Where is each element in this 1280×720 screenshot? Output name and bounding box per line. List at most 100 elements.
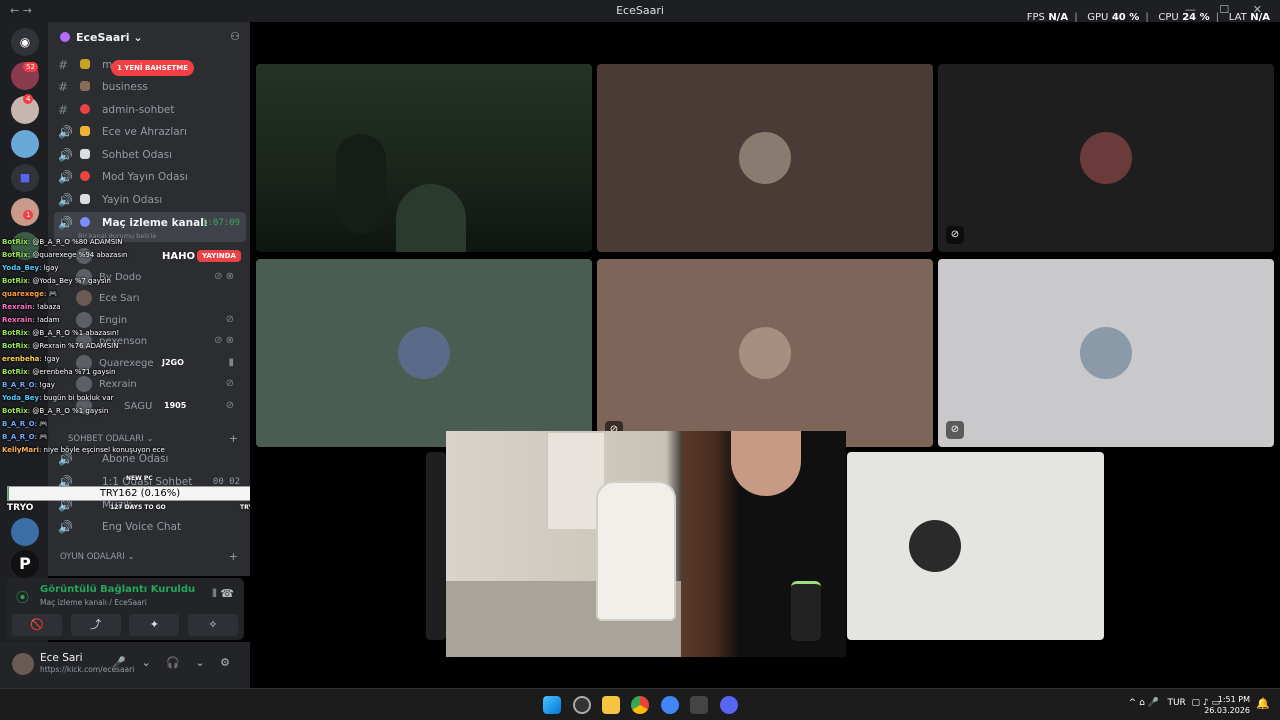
video-tile[interactable]: ⊘ (938, 259, 1274, 447)
chat-message: BotRix: @quarexege %94 abazasın (2, 251, 262, 264)
chat-username: B_A_R_O (2, 381, 35, 389)
chat-username: Rexrain (2, 316, 33, 324)
video-tile[interactable] (426, 452, 446, 640)
signal-icon: ⦿ (16, 591, 30, 606)
add-user-icon[interactable]: ⚇ (230, 30, 240, 43)
server-header[interactable]: EceSaari ⌄ ⚇ (48, 22, 250, 54)
video-grid: ⊘ ⊘ ⊘ (250, 22, 1280, 688)
avatar (739, 132, 791, 184)
chat-text: : 🎮 (34, 420, 48, 428)
language-indicator: TUR (1167, 698, 1186, 708)
soundboard-button[interactable]: ✧ (187, 614, 238, 636)
chat-message: BotRix: @Yoda_Bey %7 gaysin (2, 277, 262, 290)
channel-voice[interactable]: 🔊 Sohbet Odası (54, 144, 246, 166)
folder-icon[interactable]: ■ (11, 164, 39, 192)
channel-voice[interactable]: 🔊 Yayin Odası (54, 189, 246, 211)
connection-status[interactable]: Görüntülü Bağlantı Kuruldu (40, 584, 195, 595)
server-icon[interactable] (11, 518, 39, 546)
avatar (909, 520, 961, 572)
channel-emoji-icon (80, 171, 90, 181)
speaker-icon: 🔊 (58, 148, 73, 162)
chat-message: BotRix: @erenbeha %71 gaysin (2, 368, 262, 381)
chat-text: : @erenbeha %71 gaysin (27, 368, 116, 376)
username[interactable]: Ece Sari (40, 652, 83, 664)
video-tile[interactable] (256, 259, 592, 447)
video-tile[interactable]: ⊘ (938, 64, 1274, 252)
discord-icon[interactable] (720, 696, 738, 714)
chat-username: BotRix (2, 251, 28, 259)
server-emblem-icon (60, 32, 70, 42)
camera-off-button[interactable]: 🚫 (12, 614, 62, 636)
chat-message: quarexege: 🎮 (2, 290, 262, 303)
chat-username: BotRix (2, 238, 28, 246)
speaker-icon: 🔊 (58, 193, 73, 207)
crown-icon (80, 126, 90, 136)
chat-message: B_A_R_O: !gay (2, 381, 262, 394)
video-tile[interactable] (847, 452, 1104, 640)
mic-headset-settings-controls[interactable]: 🎤 ⌄ 🎧 ⌄ ⚙ (112, 656, 236, 669)
channel-text[interactable]: # admin-sohbet (54, 99, 246, 121)
add-channel-icon[interactable]: + (229, 550, 238, 563)
channel-voice[interactable]: 🔊 Mod Yayın Odası (54, 166, 246, 188)
webcam-mic (791, 581, 821, 641)
chat-text: : !gay (39, 355, 60, 363)
video-off-icon[interactable]: ⊘ (946, 421, 964, 439)
video-tile[interactable]: ⊘ (597, 259, 933, 447)
chat-username: Rexrain (2, 303, 33, 311)
goal-title: NEW PC (126, 475, 153, 482)
new-mention-pill[interactable]: 1 YENİ BAHSETME (111, 60, 195, 76)
channel-emoji-icon (80, 59, 90, 69)
start-icon[interactable] (543, 696, 561, 714)
screen-share-button[interactable]: ⤴ (70, 614, 121, 636)
streamer-webcam (446, 431, 846, 657)
chat-message: Yoda_Bey: lgay (2, 264, 262, 277)
chat-text: : @B_A_R_O %80 ADAMSIN (27, 238, 123, 246)
hash-icon: # (58, 58, 69, 72)
chat-text: : niye böyle eşcinsel konuşuyon ece (38, 446, 165, 454)
category-oyun[interactable]: OYUN ODALARI ⌄ (60, 552, 135, 562)
channel-voice[interactable]: 🔊 Ece ve Ahrazları (54, 121, 246, 143)
channel-emoji-icon (80, 149, 90, 159)
chrome-icon[interactable] (631, 696, 649, 714)
chat-username: KellyMari (2, 446, 39, 454)
connection-channel[interactable]: Maç izleme kanalı / EceSaari (40, 598, 147, 607)
chat-text: : @quarexege %94 abazasın (27, 251, 128, 259)
goal-days: 127 DAYS TO GO (110, 504, 166, 511)
goal-label: TRY162 (0.16%) (99, 488, 181, 499)
channel-voice[interactable]: 🔊 Eng Voice Chat (54, 516, 246, 538)
chat-text: : @Yoda_Bey %7 gaysin (27, 277, 111, 285)
avatar[interactable] (12, 653, 34, 675)
app-icon[interactable] (573, 696, 591, 714)
clock[interactable]: 1:51 PM 26.03.2026 (1204, 694, 1250, 716)
server-icon[interactable] (11, 130, 39, 158)
call-timer: 1:07:09 (202, 218, 240, 228)
webcam-person (396, 184, 466, 252)
chat-message: Yoda_Bey: bugün bi bokluk var (2, 394, 262, 407)
server-icon[interactable]: P (11, 550, 39, 578)
chat-username: B_A_R_O (2, 433, 35, 441)
channel-text[interactable]: # business (54, 76, 246, 98)
hash-icon: # (58, 103, 69, 117)
chat-text: : !gay (34, 381, 55, 389)
notification-icon[interactable]: 🔔 (1256, 697, 1270, 710)
chat-message: B_A_R_O: 🎮 (2, 420, 262, 433)
chat-username: Yoda_Bey (2, 264, 40, 272)
avatar (398, 327, 450, 379)
video-off-icon[interactable]: ⊘ (946, 226, 964, 244)
chat-message: BotRix: @Rexrain %76 ADAMSIN (2, 342, 262, 355)
noise-disconnect-icons[interactable]: ⫴ ☎ (212, 587, 234, 601)
chat-text: : !abaza (32, 303, 61, 311)
taskbar: ^ ⌂ 🎤 TUR ▢ ♪ ▭ 1:51 PM 26.03.2026 🔔 (0, 688, 1280, 720)
video-tile[interactable] (256, 64, 592, 252)
chat-username: BotRix (2, 342, 28, 350)
app-icon[interactable] (690, 696, 708, 714)
activities-button[interactable]: ✦ (129, 614, 180, 636)
channel-emoji-icon (80, 194, 90, 204)
hash-icon: # (58, 80, 69, 94)
google-icon[interactable] (661, 696, 679, 714)
video-tile[interactable] (597, 64, 933, 252)
discord-home-icon[interactable]: ◉ (11, 28, 39, 56)
avatar (739, 327, 791, 379)
file-explorer-icon[interactable] (602, 696, 620, 714)
voice-connection-panel: ⦿ Görüntülü Bağlantı Kuruldu Maç izleme … (6, 578, 244, 640)
